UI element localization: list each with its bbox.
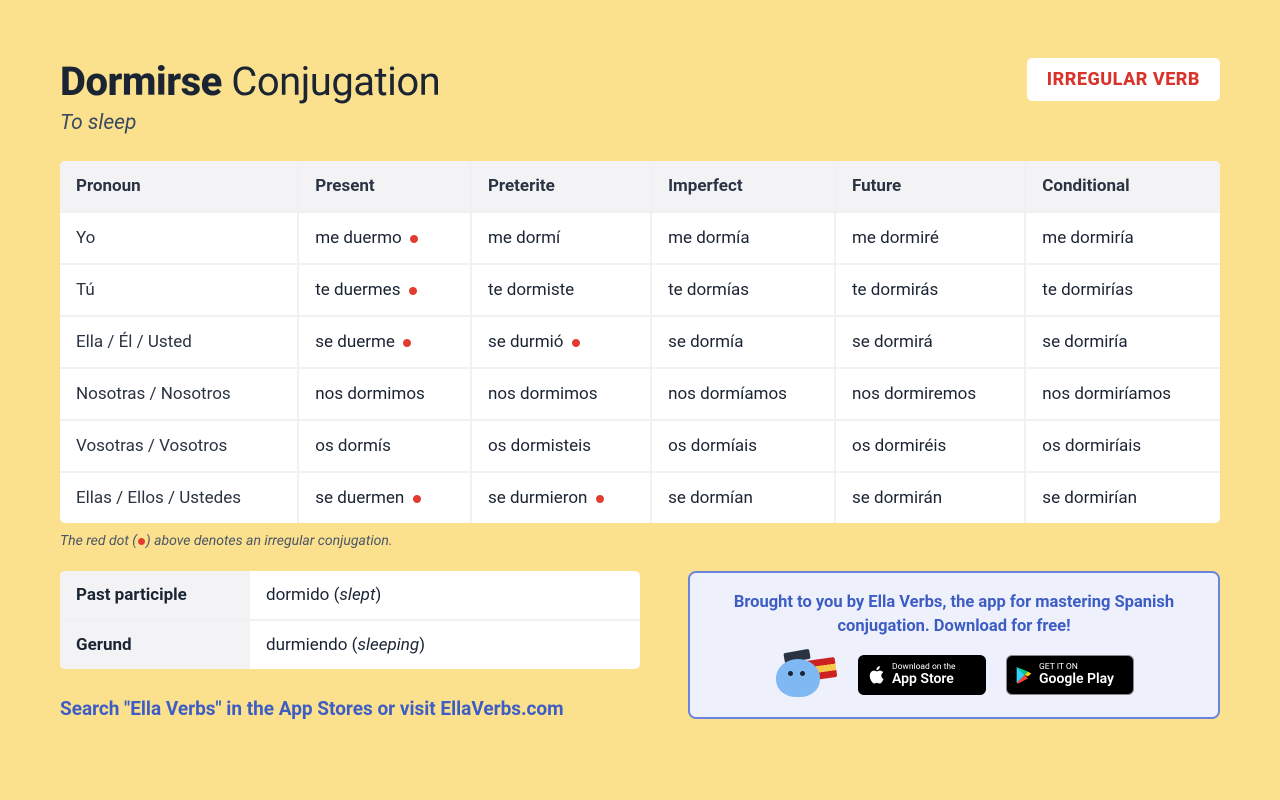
conjugation-cell: te dormiste [471,264,651,316]
column-header: Imperfect [651,161,835,212]
conjugation-cell: nos dormíamos [651,368,835,420]
verb-forms-table: Past participle dormido (slept) Gerund d… [60,571,640,669]
table-row: Vosotras / Vosotrosos dormís os dormiste… [60,420,1220,472]
table-row: Yome duermo me dormí me dormía me dormir… [60,212,1220,264]
pronoun-cell: Yo [60,212,298,264]
table-row: Nosotras / Nosotrosnos dormimos nos dorm… [60,368,1220,420]
conjugation-cell: te dormirás [835,264,1025,316]
conjugation-table: PronounPresentPreteriteImperfectFutureCo… [60,161,1220,523]
gerund-label: Gerund [60,620,250,669]
conjugation-cell: me dormía [651,212,835,264]
conjugation-cell: nos dormimos [471,368,651,420]
conjugation-cell: me dormí [471,212,651,264]
conjugation-cell: se dormían [651,472,835,523]
ella-verbs-logo-icon [774,653,838,697]
red-dot-icon [138,538,145,545]
conjugation-cell: te duermes [298,264,471,316]
irregular-dot-icon [409,287,417,295]
pronoun-cell: Ellas / Ellos / Ustedes [60,472,298,523]
conjugation-cell: se dormía [651,316,835,368]
conjugation-cell: nos dormiremos [835,368,1025,420]
irregular-dot-icon [596,495,604,503]
irregular-dot-icon [410,235,418,243]
conjugation-cell: se durmió [471,316,651,368]
conjugation-cell: se durmieron [471,472,651,523]
conjugation-cell: te dormirías [1025,264,1220,316]
column-header: Pronoun [60,161,298,212]
pronoun-cell: Vosotras / Vosotros [60,420,298,472]
column-header: Preterite [471,161,651,212]
past-participle-value: dormido (slept) [250,571,640,620]
pronoun-cell: Ella / Él / Usted [60,316,298,368]
past-participle-label: Past participle [60,571,250,620]
conjugation-cell: te dormías [651,264,835,316]
gerund-value: durmiendo (sleeping) [250,620,640,669]
conjugation-cell: nos dormiríamos [1025,368,1220,420]
promo-box: Brought to you by Ella Verbs, the app fo… [688,571,1220,719]
conjugation-cell: os dormiréis [835,420,1025,472]
verb-name: Dormirse [60,58,222,105]
conjugation-cell: me duermo [298,212,471,264]
google-play-badge[interactable]: GET IT ON Google Play [1006,655,1134,695]
title-suffix: Conjugation [231,58,440,105]
irregular-dot-icon [403,339,411,347]
conjugation-cell: se dormirá [835,316,1025,368]
conjugation-cell: os dormisteis [471,420,651,472]
table-row: Ellas / Ellos / Ustedesse duermen se dur… [60,472,1220,523]
table-row: Túte duermes te dormiste te dormías te d… [60,264,1220,316]
conjugation-cell: os dormís [298,420,471,472]
column-header: Present [298,161,471,212]
conjugation-cell: me dormiré [835,212,1025,264]
column-header: Future [835,161,1025,212]
conjugation-cell: nos dormimos [298,368,471,420]
apple-icon [867,665,885,685]
conjugation-cell: se dormirán [835,472,1025,523]
page-title: Dormirse Conjugation [60,58,440,105]
column-header: Conditional [1025,161,1220,212]
table-row: Ella / Él / Ustedse duerme se durmió se … [60,316,1220,368]
legend-text: The red dot () above denotes an irregula… [60,533,1220,549]
conjugation-cell: se dormiría [1025,316,1220,368]
verb-translation: To sleep [60,111,440,135]
conjugation-cell: os dormiríais [1025,420,1220,472]
conjugation-cell: os dormíais [651,420,835,472]
conjugation-cell: se duermen [298,472,471,523]
conjugation-cell: me dormiría [1025,212,1220,264]
google-play-icon [1016,666,1032,684]
irregular-dot-icon [572,339,580,347]
app-store-badge[interactable]: Download on the App Store [858,655,986,695]
conjugation-cell: se dormirían [1025,472,1220,523]
pronoun-cell: Tú [60,264,298,316]
promo-text: Brought to you by Ella Verbs, the app fo… [712,591,1196,639]
irregular-badge: IRREGULAR VERB [1027,58,1220,101]
pronoun-cell: Nosotras / Nosotros [60,368,298,420]
irregular-dot-icon [413,495,421,503]
search-cta: Search "Ella Verbs" in the App Stores or… [60,697,640,720]
conjugation-cell: se duerme [298,316,471,368]
